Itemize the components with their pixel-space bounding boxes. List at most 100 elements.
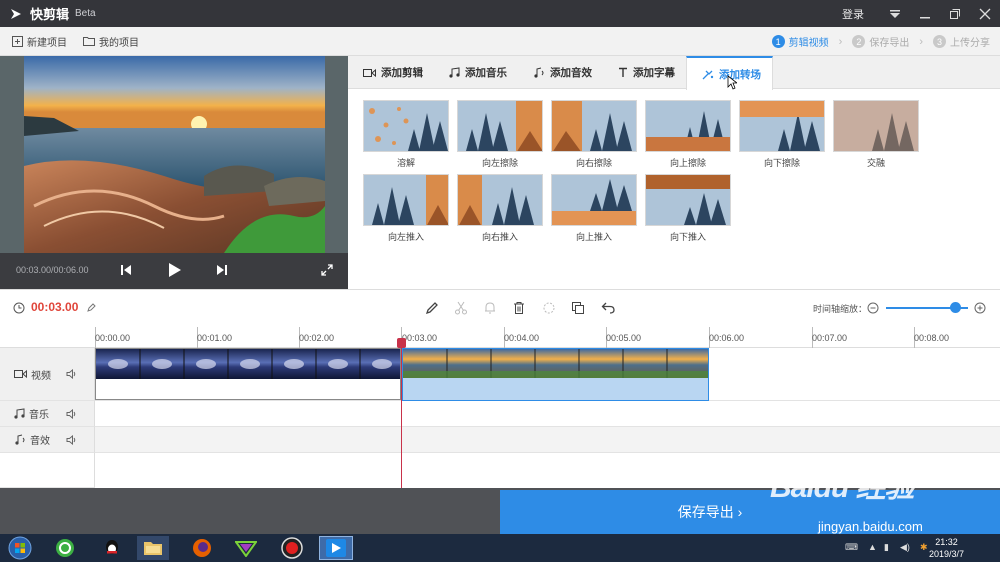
kuaijianji-taskbar-icon[interactable] [319,536,353,560]
volume-icon[interactable] [66,408,77,419]
video-clip-2-selected[interactable] [402,348,709,401]
browser-360-icon[interactable] [50,536,80,560]
new-project-label: 新建项目 [27,37,67,49]
trash-icon[interactable] [510,299,528,317]
app-green-icon[interactable] [231,536,261,560]
beta-label: Beta [75,8,96,19]
volume-icon[interactable] [66,369,77,379]
tab-add-music[interactable]: 添加音乐 [434,56,518,89]
tick-label: 00:04.00 [504,333,540,343]
tray-device-icon[interactable]: ▮ [884,542,889,553]
sound-effect-icon [534,67,544,78]
next-frame-icon[interactable] [214,262,230,278]
transition-thumb-wipe-left [457,100,543,152]
close-icon[interactable] [970,0,1000,27]
tray-up-arrow-icon[interactable]: ▲ [868,542,877,552]
taskbar-clock[interactable]: 21:32 2019/3/7 [929,536,964,560]
transition-item[interactable]: 向右推入 [457,174,543,243]
tick-label: 00:02.00 [299,333,335,343]
chevron-right-icon: › [919,35,923,48]
tray-app-icon[interactable]: ✱ [920,542,928,553]
preview-frame [24,56,325,253]
my-projects-label: 我的项目 [99,37,139,49]
crop-icon[interactable] [540,299,558,317]
transition-item[interactable]: 向下推入 [645,174,731,243]
track-label-video: 视频 [31,370,51,382]
transition-thumb-push-left [363,174,449,226]
transition-thumb-push-down [645,174,731,226]
transition-item[interactable]: 向左擦除 [457,100,543,169]
music-track[interactable] [95,401,1000,427]
timeline-ruler[interactable] [0,327,1000,348]
fullscreen-icon[interactable] [319,262,335,278]
tick-label: 00:03.00 [402,333,438,343]
tab-add-subtitle[interactable]: 添加字幕 [603,56,686,89]
edit-time-icon[interactable] [87,303,96,312]
menu-dropdown-icon[interactable] [880,0,910,27]
video-clip-1[interactable] [95,348,401,400]
previous-frame-icon[interactable] [118,262,134,278]
track-label-music: 音乐 [29,410,49,421]
video-camera-icon [14,369,27,379]
tick-label: 00:08.00 [914,333,950,343]
transition-item[interactable]: 向上推入 [551,174,637,243]
sfx-track[interactable] [95,427,1000,453]
transition-item[interactable]: 向左推入 [363,174,449,243]
new-project-button[interactable]: 新建项目 [12,34,67,49]
firefox-icon[interactable] [187,536,217,560]
track-label-sfx: 音效 [30,436,50,447]
undo-icon[interactable] [599,299,617,317]
clock-date: 2019/3/7 [928,549,964,559]
tick-label: 00:01.00 [197,333,233,343]
resource-tabs: 添加剪辑 添加音乐 添加音效 添加字幕 添加转场 [348,56,1000,90]
tray-volume-icon[interactable]: ◀) [900,542,910,553]
save-export-button[interactable]: 保存导出 › [500,490,1000,534]
transition-item[interactable]: 交融 [833,100,919,169]
pencil-icon[interactable] [423,299,441,317]
step-edit-video[interactable]: 1 剪辑视频 [771,34,829,49]
transition-thumb-push-up [551,174,637,226]
app-logo-icon [8,6,24,22]
tab-add-clip[interactable]: 添加剪辑 [348,56,434,89]
transition-item[interactable]: 向下擦除 [739,100,825,169]
qq-icon[interactable] [97,536,127,560]
transition-item[interactable]: 向上擦除 [645,100,731,169]
track-header-video: 视频 [0,348,95,401]
copy-icon[interactable] [569,299,587,317]
text-icon [619,67,627,77]
playhead-handle[interactable] [397,338,406,348]
zoom-out-icon[interactable] [867,302,879,314]
transition-thumb-blend [833,100,919,152]
transition-item[interactable]: 溶解 [363,100,449,169]
zoom-in-icon[interactable] [974,302,986,314]
bell-icon[interactable] [481,299,499,317]
volume-icon[interactable] [66,434,77,445]
my-projects-button[interactable]: 我的项目 [83,34,139,49]
transition-item[interactable]: 向右擦除 [551,100,637,169]
transition-thumb-wipe-down [739,100,825,152]
play-icon[interactable] [166,260,184,280]
recorder-icon[interactable] [277,536,307,560]
start-button-icon[interactable] [4,536,36,560]
workflow-steps: 1 剪辑视频 › 2 保存导出 › 3 上传分享 [771,27,990,56]
zoom-slider-handle[interactable] [950,302,961,313]
login-link[interactable]: 登录 [842,6,864,22]
minimize-icon[interactable] [910,0,940,27]
tick-label: 00:07.00 [812,333,848,343]
tray-keyboard-icon[interactable]: ⌨ [845,542,858,553]
tab-add-sfx[interactable]: 添加音效 [518,56,603,89]
tick-label: 00:06.00 [709,333,745,343]
file-explorer-icon[interactable] [137,536,169,560]
chevron-right-icon: › [838,35,843,48]
plus-box-icon [12,35,23,47]
resource-panel: 添加剪辑 添加音乐 添加音效 添加字幕 添加转场 溶解 向左擦除 向右擦除 向上… [348,56,1000,289]
music-note-icon [449,67,460,78]
step-upload-share[interactable]: 3 上传分享 [933,34,990,49]
playhead[interactable] [401,338,402,488]
step-save-export[interactable]: 2 保存导出 [852,34,909,49]
tick-label: 00:00.00 [95,333,131,343]
scissors-icon[interactable] [452,299,470,317]
maximize-icon[interactable] [940,0,970,27]
app-title: 快剪辑 [30,7,70,22]
track-header-sfx: 音效 [0,427,95,453]
